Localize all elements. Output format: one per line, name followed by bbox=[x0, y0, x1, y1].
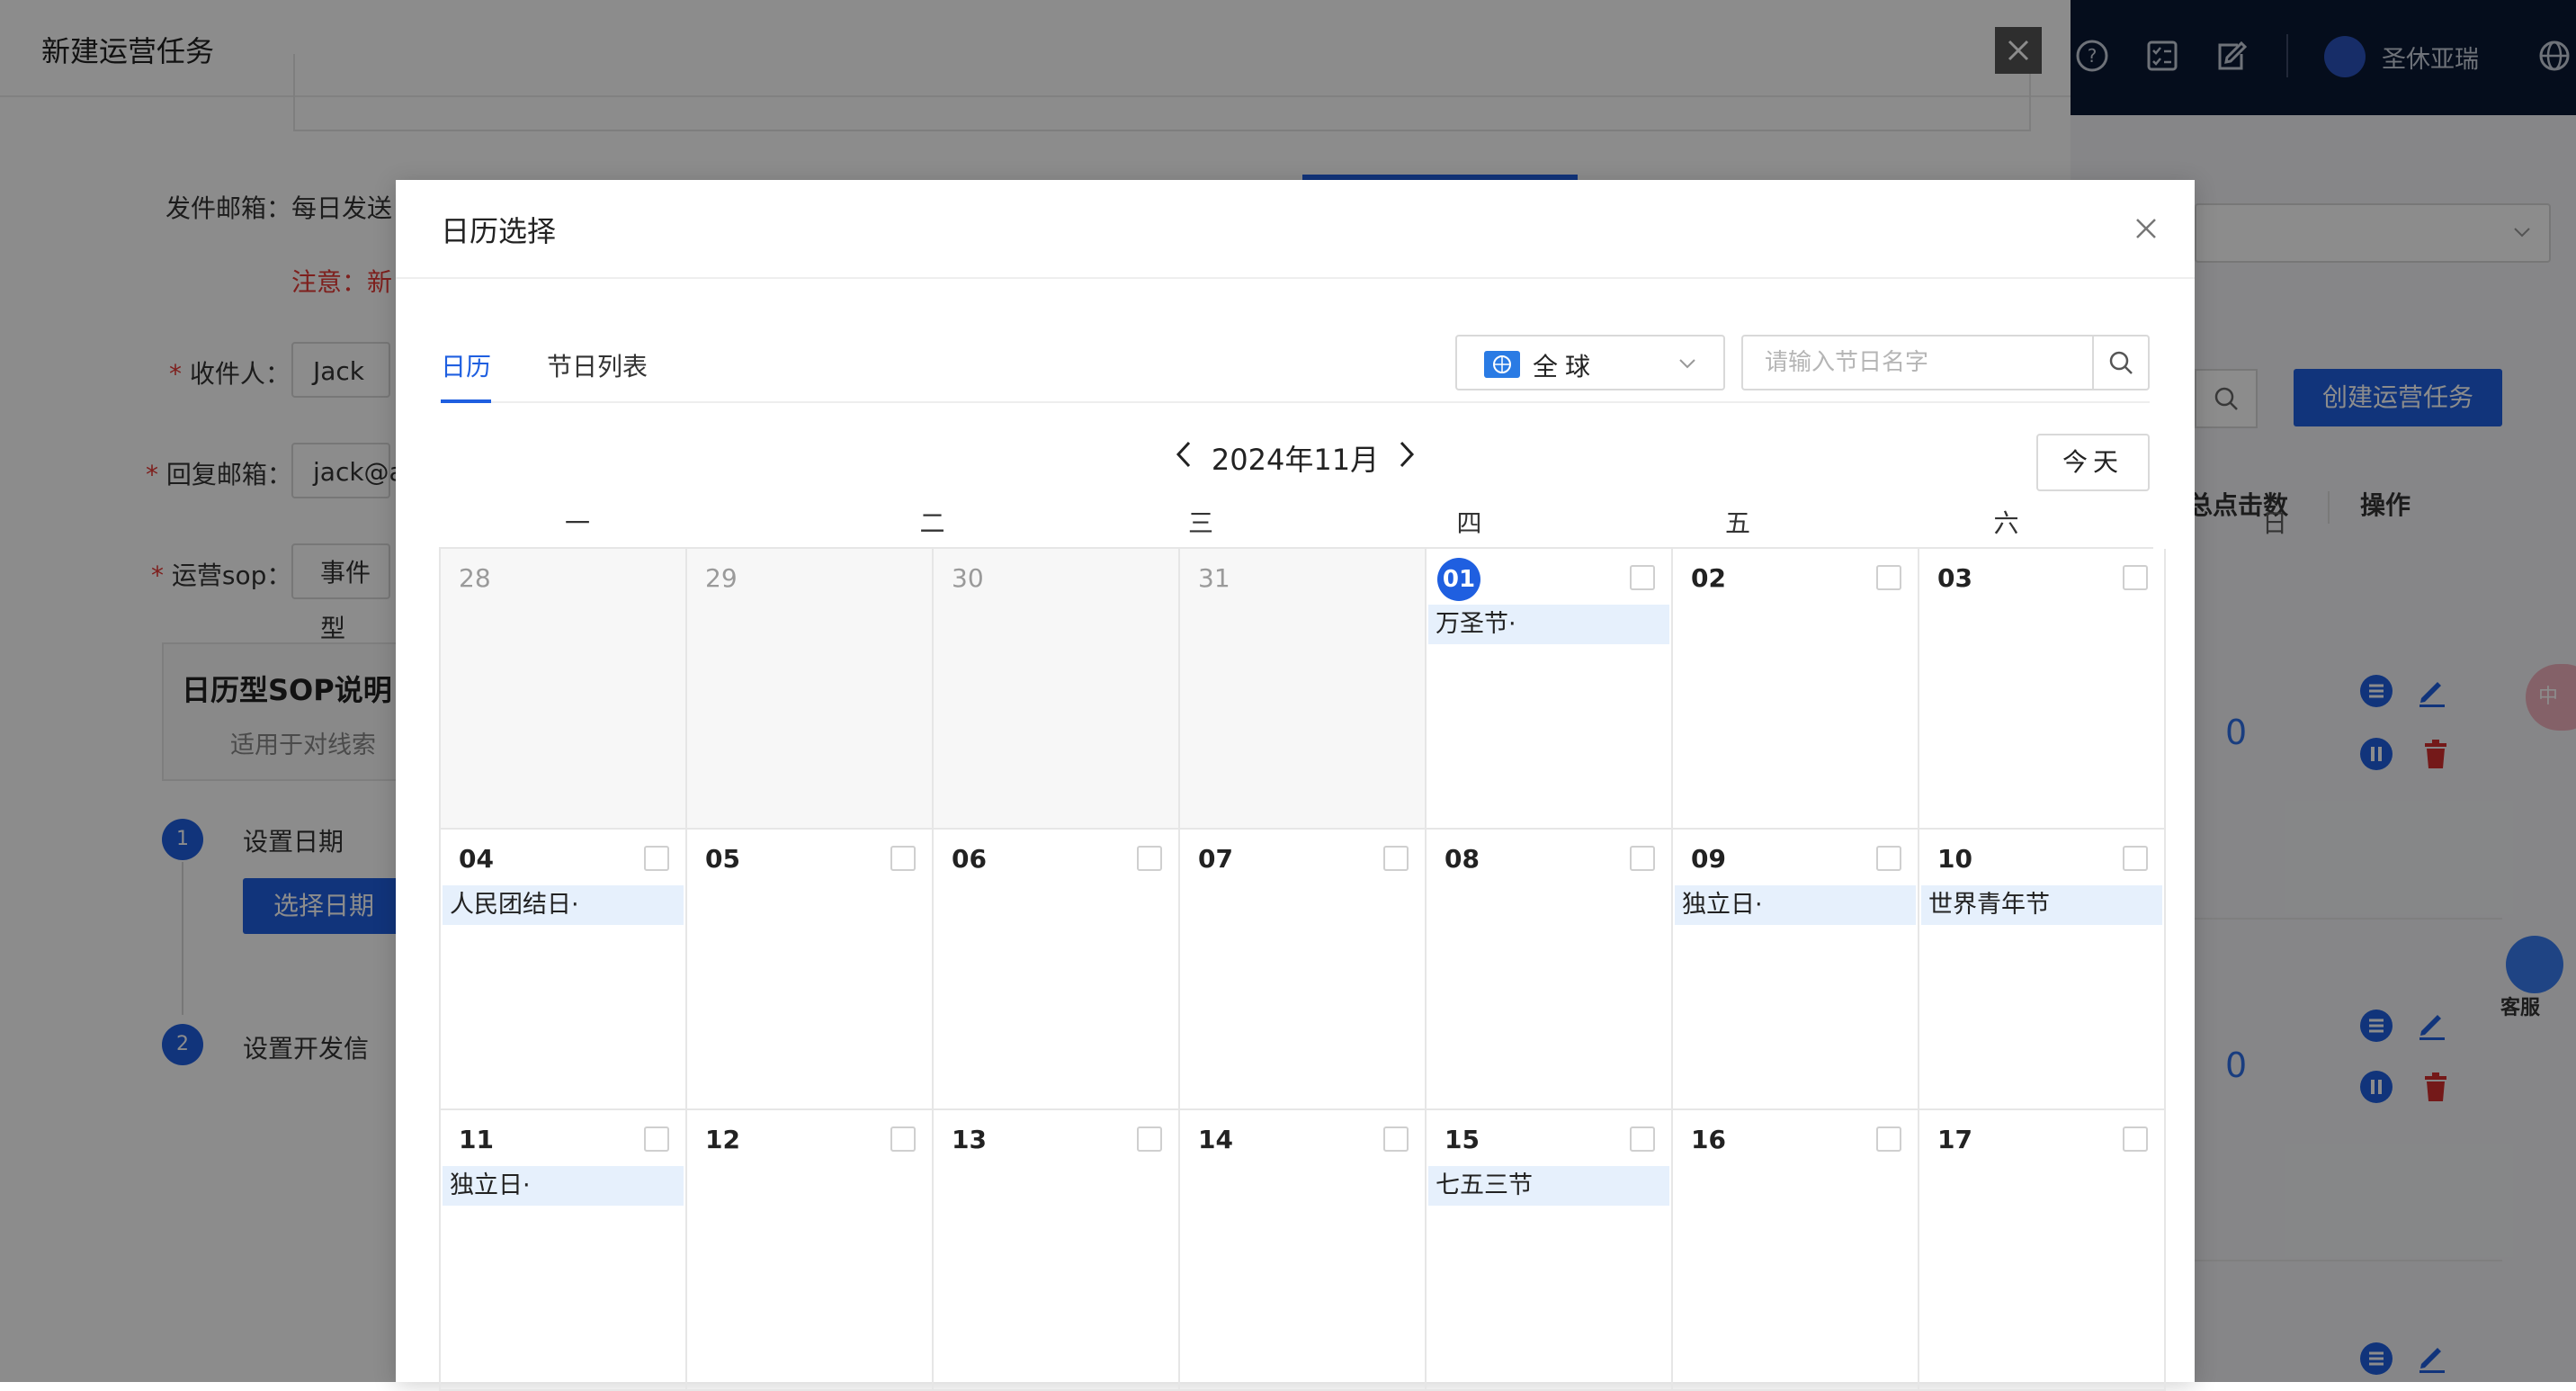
day-number: 12 bbox=[705, 1125, 740, 1154]
region-select[interactable]: 全球 bbox=[1455, 335, 1725, 390]
day-select-checkbox[interactable] bbox=[1383, 1126, 1409, 1152]
holiday-search-input[interactable] bbox=[1743, 337, 2090, 389]
region-value: 全球 bbox=[1533, 352, 1598, 381]
chevron-left-icon[interactable] bbox=[1169, 437, 1198, 471]
day-select-checkbox[interactable] bbox=[1876, 846, 1901, 871]
holiday-tag[interactable]: 万圣节· bbox=[1428, 605, 1669, 644]
calendar-day-cell[interactable]: 08 bbox=[1427, 830, 1673, 1110]
day-number: 05 bbox=[705, 844, 740, 874]
tab-active-indicator bbox=[441, 399, 491, 403]
weekday-label: 五 bbox=[1725, 508, 1751, 538]
day-number: 16 bbox=[1691, 1125, 1726, 1154]
chevron-right-icon[interactable] bbox=[1392, 437, 1421, 471]
holiday-tag[interactable]: 七五三节 bbox=[1428, 1166, 1669, 1206]
tab-calendar[interactable]: 日历 bbox=[441, 347, 491, 383]
calendar-day-cell[interactable]: 13 bbox=[934, 1110, 1180, 1391]
day-number: 28 bbox=[459, 563, 491, 593]
day-select-checkbox[interactable] bbox=[1137, 1126, 1162, 1152]
day-select-checkbox[interactable] bbox=[644, 1126, 669, 1152]
today-day-number: 01 bbox=[1437, 558, 1480, 601]
day-select-checkbox[interactable] bbox=[1137, 846, 1162, 871]
close-icon[interactable] bbox=[2130, 212, 2162, 245]
calendar-day-cell[interactable]: 17 bbox=[1919, 1110, 2166, 1391]
weekday-label: 六 bbox=[1993, 508, 2019, 538]
day-select-checkbox[interactable] bbox=[1630, 846, 1655, 871]
current-month: 2024年11月 bbox=[1211, 443, 1380, 477]
calendar-day-cell[interactable]: 09 独立日· bbox=[1673, 830, 1919, 1110]
day-number: 07 bbox=[1198, 844, 1233, 874]
day-select-checkbox[interactable] bbox=[890, 1126, 916, 1152]
calendar-day-cell[interactable]: 10 世界青年节 bbox=[1919, 830, 2166, 1110]
day-number: 03 bbox=[1937, 563, 1972, 593]
day-select-checkbox[interactable] bbox=[1876, 1126, 1901, 1152]
calendar-day-cell[interactable]: 03 bbox=[1919, 549, 2166, 830]
calendar-day-cell[interactable]: 28 bbox=[441, 549, 687, 830]
day-number: 31 bbox=[1198, 563, 1230, 593]
calendar-day-cell[interactable]: 14 bbox=[1180, 1110, 1427, 1391]
day-select-checkbox[interactable] bbox=[1383, 846, 1409, 871]
modal-title: 日历选择 bbox=[441, 214, 557, 248]
globe-flag-icon bbox=[1484, 351, 1520, 378]
calendar-day-cell[interactable]: 05 bbox=[687, 830, 934, 1110]
day-select-checkbox[interactable] bbox=[2123, 565, 2148, 590]
weekday-label: 四 bbox=[1456, 508, 1482, 538]
calendar-grid: 28 29 30 31 01 万圣节· 02 03 04 人民团结日· 05 06 07 08 09 独立日·… bbox=[439, 547, 2166, 1391]
day-number: 11 bbox=[459, 1125, 494, 1154]
weekday-label: 二 bbox=[919, 508, 945, 538]
calendar-day-cell[interactable]: 01 万圣节· bbox=[1427, 549, 1673, 830]
calendar-day-cell[interactable]: 15 七五三节 bbox=[1427, 1110, 1673, 1391]
day-number: 29 bbox=[705, 563, 738, 593]
calendar-day-cell[interactable]: 02 bbox=[1673, 549, 1919, 830]
calendar-day-cell[interactable]: 12 bbox=[687, 1110, 934, 1391]
weekday-label: 三 bbox=[1188, 508, 1214, 538]
day-number: 13 bbox=[952, 1125, 987, 1154]
holiday-tag[interactable]: 人民团结日· bbox=[443, 885, 684, 925]
day-number: 17 bbox=[1937, 1125, 1972, 1154]
holiday-tag[interactable]: 独立日· bbox=[443, 1166, 684, 1206]
calendar-day-cell[interactable]: 11 独立日· bbox=[441, 1110, 687, 1391]
calendar-day-cell[interactable]: 31 bbox=[1180, 549, 1427, 830]
calendar-day-cell[interactable]: 30 bbox=[934, 549, 1180, 830]
day-number: 14 bbox=[1198, 1125, 1233, 1154]
holiday-tag[interactable]: 独立日· bbox=[1675, 885, 1916, 925]
tabs-divider bbox=[441, 401, 2150, 403]
weekday-label: 日 bbox=[2262, 508, 2288, 538]
day-select-checkbox[interactable] bbox=[890, 846, 916, 871]
chevron-down-icon bbox=[1677, 353, 1698, 374]
day-select-checkbox[interactable] bbox=[644, 846, 669, 871]
day-number: 10 bbox=[1937, 844, 1972, 874]
weekday-label: 一 bbox=[565, 508, 591, 538]
calendar-modal: 日历选择 日历 节日列表 全球 2024年11月 今天 一 二 三 四 五 六 日 28 29… bbox=[396, 180, 2287, 1391]
day-number: 08 bbox=[1445, 844, 1480, 874]
holiday-tag[interactable]: 世界青年节 bbox=[1921, 885, 2162, 925]
today-button[interactable]: 今天 bbox=[2036, 434, 2150, 491]
calendar-day-cell[interactable]: 16 bbox=[1673, 1110, 1919, 1391]
modal-header-divider bbox=[396, 277, 2195, 279]
search-icon[interactable] bbox=[2092, 337, 2148, 389]
day-number: 09 bbox=[1691, 844, 1726, 874]
holiday-search bbox=[1741, 335, 2150, 390]
calendar-day-cell[interactable]: 29 bbox=[687, 549, 934, 830]
day-select-checkbox[interactable] bbox=[1630, 1126, 1655, 1152]
day-select-checkbox[interactable] bbox=[1630, 565, 1655, 590]
calendar-day-cell[interactable]: 06 bbox=[934, 830, 1180, 1110]
tab-holiday-list[interactable]: 节日列表 bbox=[547, 347, 648, 383]
day-number: 02 bbox=[1691, 563, 1726, 593]
day-number: 30 bbox=[952, 563, 984, 593]
day-number: 15 bbox=[1445, 1125, 1480, 1154]
day-select-checkbox[interactable] bbox=[2123, 846, 2148, 871]
day-select-checkbox[interactable] bbox=[1876, 565, 1901, 590]
day-number: 04 bbox=[459, 844, 494, 874]
day-select-checkbox[interactable] bbox=[2123, 1126, 2148, 1152]
day-number: 06 bbox=[952, 844, 987, 874]
calendar-day-cell[interactable]: 04 人民团结日· bbox=[441, 830, 687, 1110]
calendar-day-cell[interactable]: 07 bbox=[1180, 830, 1427, 1110]
